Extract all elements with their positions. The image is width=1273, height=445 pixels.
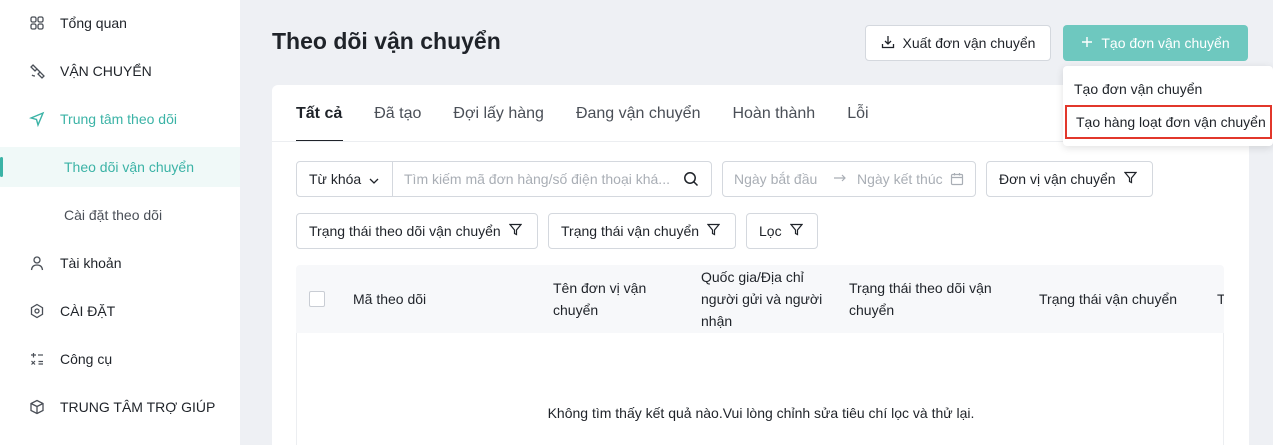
more-filter-label: Lọc [759,223,782,239]
carrier-filter[interactable]: Đơn vị vận chuyển [986,161,1153,197]
menu-item-bulk-create-shipment[interactable]: Tạo hàng loạt đơn vận chuyển [1065,105,1272,139]
tools-icon [28,350,46,368]
shipping-status-filter-label: Trạng thái vận chuyển [561,223,700,239]
create-label: Tạo đơn vận chuyển [1101,35,1230,51]
arrow-right-icon [833,171,847,188]
empty-state-message: Không tìm thấy kết quả nào.Vui lòng chỉn… [547,405,975,421]
select-all-checkbox[interactable] [309,291,325,307]
create-shipment-dropdown: Tạo đơn vận chuyển Tạo hàng loạt đơn vận… [1063,66,1273,146]
filter-icon [1123,171,1137,187]
table-header: Mã theo dõi Tên đơn vị vận chuyển Quốc g… [296,265,1224,333]
filter-icon [706,223,721,239]
menu-item-create-shipment[interactable]: Tạo đơn vận chuyển [1063,72,1273,106]
search-placeholder: Tìm kiếm mã đơn hàng/số điện thoại khá..… [404,171,670,187]
export-shipments-button[interactable]: Xuất đơn vận chuyển [865,25,1051,61]
sidebar-item-tools[interactable]: Công cụ [0,339,240,379]
date-range-picker[interactable]: Ngày bắt đầu Ngày kết thúc [722,161,976,197]
sidebar-item-label: Theo dõi vận chuyển [64,159,194,175]
sidebar-item-tracking-center[interactable]: Trung tâm theo dõi [0,99,240,139]
column-truncated: T [1217,291,1224,307]
tab-awaiting-pickup[interactable]: Đợi lấy hàng [453,105,544,125]
filter-icon [508,223,523,239]
page-title: Theo dõi vận chuyển [272,28,501,54]
sidebar-item-settings[interactable]: CÀI ĐẶT [0,291,240,331]
active-indicator [0,157,3,177]
sidebar-item-label: VẬN CHUYỂN [60,63,152,79]
tracking-status-filter-label: Trạng thái theo dõi vận chuyển [309,223,501,239]
sidebar-item-label: Công cụ [60,351,113,367]
calendar-icon [950,172,964,189]
sidebar-item-overview[interactable]: Tổng quan [0,3,240,43]
sidebar: Tổng quan VẬN CHUYỂN Trung tâm theo dõi … [0,0,240,445]
cube-icon [28,398,46,416]
tab-error[interactable]: Lỗi [847,105,868,125]
chevron-down-icon [369,171,379,187]
search-input[interactable]: Tìm kiếm mã đơn hàng/số điện thoại khá..… [392,161,712,197]
keyword-select[interactable]: Từ khóa [296,161,393,197]
plus-icon [1081,35,1093,51]
sidebar-item-account[interactable]: Tài khoản [0,243,240,283]
sidebar-item-help-center[interactable]: TRUNG TÂM TRỢ GIÚP [0,387,240,427]
filter-icon [789,223,803,239]
column-carrier-name: Tên đơn vị vận chuyển [553,280,647,318]
end-date-placeholder[interactable]: Ngày kết thúc [857,171,943,187]
column-tracking-status: Trạng thái theo dõi vận chuyển [849,280,992,318]
export-label: Xuất đơn vận chuyển [902,35,1036,51]
satellite-icon [28,62,46,80]
carrier-filter-label: Đơn vị vận chuyển [999,171,1116,187]
column-tracking-number: Mã theo dõi [353,291,427,307]
user-icon [28,254,46,272]
create-shipment-button[interactable]: Tạo đơn vận chuyển [1063,25,1248,61]
sidebar-item-label: Tổng quan [60,15,127,31]
send-icon [28,110,46,128]
table-body: Không tìm thấy kết quả nào.Vui lòng chỉn… [296,333,1224,445]
sidebar-item-label: Trung tâm theo dõi [60,111,177,127]
sidebar-item-shipping[interactable]: VẬN CHUYỂN [0,51,240,91]
tracking-status-filter[interactable]: Trạng thái theo dõi vận chuyển [296,213,538,249]
tab-in-transit[interactable]: Đang vận chuyển [576,105,701,125]
keyword-select-value: Từ khóa [309,171,362,187]
sidebar-item-label: Tài khoản [60,255,122,271]
grid-icon [28,14,46,32]
start-date-placeholder[interactable]: Ngày bắt đầu [734,171,817,187]
tab-created[interactable]: Đã tạo [374,105,421,125]
sidebar-item-label: TRUNG TÂM TRỢ GIÚP [60,399,216,415]
sidebar-item-label: Cài đặt theo dõi [64,207,163,223]
search-icon[interactable] [683,171,699,190]
column-shipping-status: Trạng thái vận chuyển [1039,291,1178,307]
sidebar-item-label: CÀI ĐẶT [60,303,116,319]
download-icon [881,35,895,52]
shipping-status-filter[interactable]: Trạng thái vận chuyển [548,213,736,249]
status-tabs: Tất cả Đã tạo Đợi lấy hàng Đang vận chuy… [296,105,901,125]
tab-completed[interactable]: Hoàn thành [732,105,815,125]
sidebar-item-tracking-settings[interactable]: Cài đặt theo dõi [0,195,240,235]
hexagon-settings-icon [28,302,46,320]
more-filter-button[interactable]: Lọc [746,213,818,249]
column-country-address: Quốc gia/Địa chỉ người gửi và người nhận [701,269,823,329]
sidebar-item-shipment-tracking[interactable]: Theo dõi vận chuyển [0,147,240,187]
tab-all[interactable]: Tất cả [296,105,342,125]
